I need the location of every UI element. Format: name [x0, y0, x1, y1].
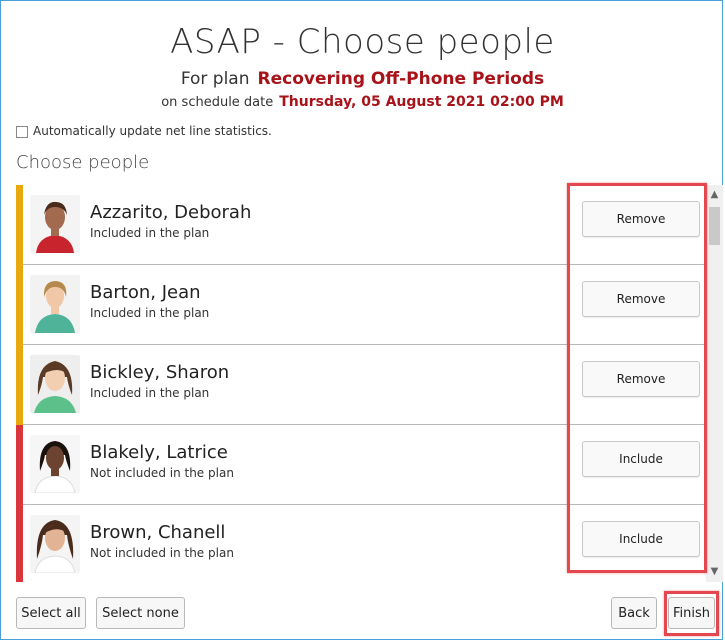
person-avatar-icon — [30, 195, 80, 253]
person-name: Brown, Chanell — [90, 522, 226, 543]
status-bar — [16, 505, 23, 582]
person-avatar-icon — [30, 275, 80, 333]
select-none-button[interactable]: Select none — [96, 597, 185, 629]
person-name: Bickley, Sharon — [90, 362, 230, 383]
schedule-line: on schedule date Thursday, 05 August 2021… — [0, 94, 725, 110]
schedule-date: Thursday, 05 August 2021 02:00 PM — [279, 94, 564, 110]
person-status: Included in the plan — [90, 386, 210, 400]
person-name: Barton, Jean — [90, 282, 201, 303]
finish-highlight — [664, 591, 719, 636]
action-buttons-highlight — [567, 183, 707, 573]
person-status: Not included in the plan — [90, 466, 234, 480]
plan-name: Recovering Off-Phone Periods — [257, 69, 545, 89]
schedule-label: on schedule date — [161, 95, 274, 110]
person-status: Not included in the plan — [90, 546, 234, 560]
scroll-thumb[interactable] — [709, 207, 720, 245]
person-avatar-icon — [30, 515, 80, 573]
person-status: Included in the plan — [90, 306, 210, 320]
select-all-button[interactable]: Select all — [16, 597, 86, 629]
auto-update-option[interactable]: Automatically update net line statistics… — [16, 123, 272, 138]
person-status: Included in the plan — [90, 226, 210, 240]
avatar — [30, 355, 80, 413]
status-bar — [16, 185, 23, 265]
status-bar — [16, 265, 23, 345]
avatar — [30, 275, 80, 333]
for-plan-label: For plan — [180, 69, 250, 89]
list-scrollbar[interactable]: ▲ ▼ — [706, 185, 723, 582]
avatar — [30, 515, 80, 573]
person-avatar-icon — [30, 355, 80, 413]
scroll-down-icon[interactable]: ▼ — [706, 564, 723, 580]
status-bar — [16, 345, 23, 425]
plan-line: For plan Recovering Off-Phone Periods — [0, 69, 725, 89]
section-title: Choose people — [16, 152, 150, 173]
page-title: ASAP - Choose people — [170, 22, 555, 62]
avatar — [30, 195, 80, 253]
person-name: Azzarito, Deborah — [90, 202, 252, 223]
back-button[interactable]: Back — [611, 597, 657, 629]
scroll-up-icon[interactable]: ▲ — [706, 187, 723, 203]
person-name: Blakely, Latrice — [90, 442, 228, 463]
status-bar — [16, 425, 23, 505]
avatar — [30, 435, 80, 493]
person-avatar-icon — [30, 435, 80, 493]
auto-update-checkbox[interactable] — [16, 126, 28, 138]
auto-update-label: Automatically update net line statistics… — [33, 123, 272, 138]
